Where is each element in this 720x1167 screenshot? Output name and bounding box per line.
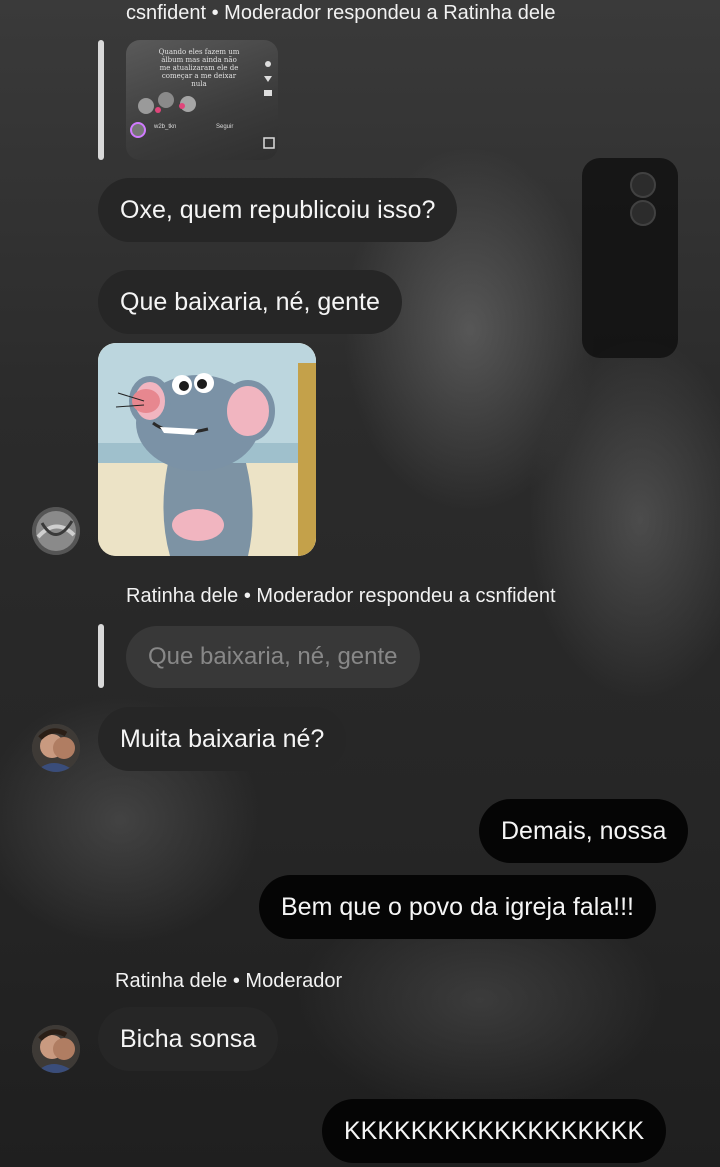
message-bubble[interactable]: Bicha sonsa <box>98 1007 279 1071</box>
avatar-ratinha[interactable] <box>32 1025 80 1073</box>
avatar-ratinha[interactable] <box>32 724 80 772</box>
message-bubble[interactable]: Que baixaria, né, gente <box>98 270 402 334</box>
message-bubble[interactable]: Oxe, quem republicoiu isso? <box>98 178 458 242</box>
avatar-image <box>32 507 80 555</box>
message-bubble[interactable]: Muita baixaria né? <box>98 707 347 771</box>
outgoing-message[interactable]: Bem que o povo da igreja fala!!! <box>259 875 657 939</box>
rat-sticker[interactable] <box>98 343 316 556</box>
avatar-image <box>32 1025 80 1073</box>
reply-meta-ratinha: Ratinha dele • Moderador respondeu a csn… <box>126 585 556 607</box>
reply-meta-csnfident: csnfident • Moderador respondeu a Ratinh… <box>126 2 556 24</box>
avatar-image <box>32 724 80 772</box>
background-phone <box>582 158 678 358</box>
outgoing-message[interactable]: KKKKKKKKKKKKKKKKKK <box>322 1099 667 1163</box>
shared-post-follow: Seguir <box>216 124 234 130</box>
shared-post-graphics <box>130 61 275 149</box>
reply-bar <box>98 40 104 160</box>
sender-meta: Ratinha dele • Moderador <box>115 970 343 992</box>
shared-post-username: w2b_tkn <box>154 124 177 130</box>
avatar-csnfident[interactable] <box>32 507 80 555</box>
reply-bar <box>98 624 104 688</box>
quoted-message[interactable]: Que baixaria, né, gente <box>126 626 420 688</box>
outgoing-message[interactable]: Demais, nossa <box>479 799 689 863</box>
shared-post-preview[interactable]: Quando eles fazem um álbum mas ainda não… <box>126 40 278 160</box>
